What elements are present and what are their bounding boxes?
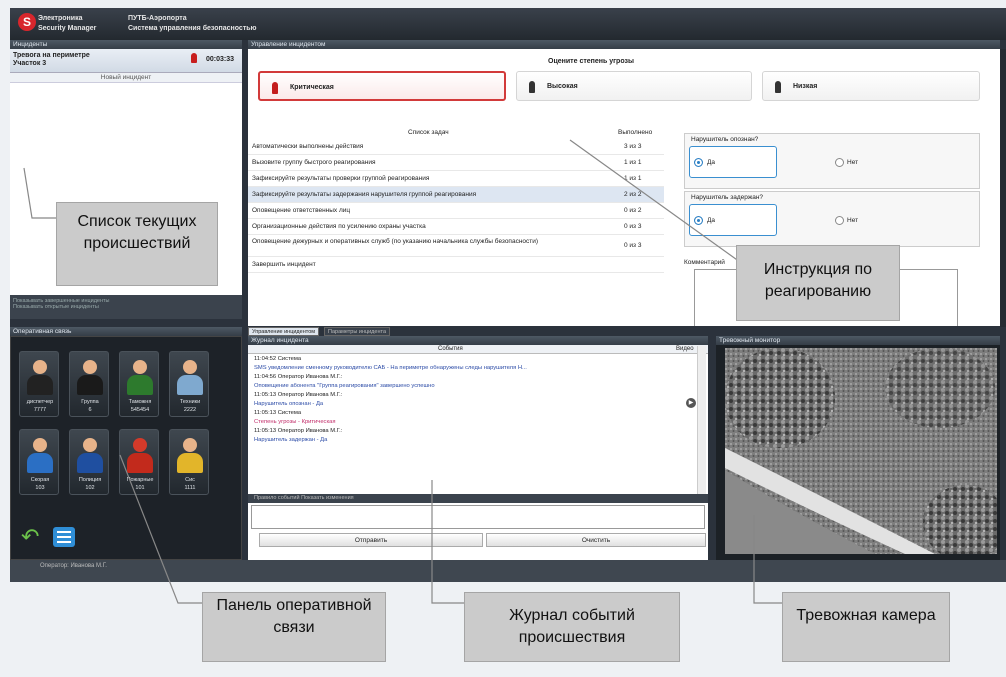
callout-line-instruction [569,139,741,263]
callout-line-list [23,167,58,219]
callout-incident-list: Список текущих происшествий [56,202,218,286]
callout-camera: Тревожная камера [782,592,950,662]
callout-line-log [431,480,466,604]
callout-line-comm [119,454,204,604]
log-panel-header: Журнал инцидента [248,336,708,345]
callout-instruction: Инструкция по реагированию [736,245,900,321]
callout-comm-panel: Панель оперативной связи [202,592,386,662]
callout-event-log: Журнал событий происшествия [464,592,680,662]
camera-panel-header: Тревожный монитор [716,336,1000,345]
callout-line-camera [753,515,784,604]
